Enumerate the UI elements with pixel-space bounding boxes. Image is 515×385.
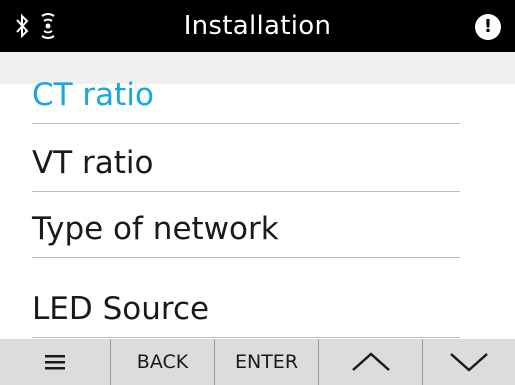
menu-item-led-source[interactable]: LED Source — [32, 256, 460, 338]
hamburger-icon — [45, 355, 65, 370]
page-title: Installation — [183, 11, 332, 41]
softkey-bar: BACK ENTER — [0, 339, 515, 385]
alert-icon[interactable]: ! — [475, 14, 501, 40]
scroll-down-button[interactable] — [422, 339, 515, 385]
chevron-down-icon — [450, 353, 488, 372]
menu-item-label: LED Source — [32, 291, 210, 327]
enter-label: ENTER — [234, 351, 299, 373]
menu-item-ct-ratio[interactable]: CT ratio — [32, 60, 460, 124]
enter-button[interactable]: ENTER — [214, 339, 318, 385]
menu-button[interactable] — [0, 339, 110, 385]
menu-item-label: VT ratio — [32, 145, 154, 181]
chevron-up-icon — [351, 352, 390, 371]
top-bar: Installation ! — [0, 0, 515, 52]
back-button[interactable]: BACK — [110, 339, 214, 385]
scroll-up-button[interactable] — [318, 339, 422, 385]
menu-item-label: CT ratio — [32, 77, 154, 113]
menu-item-vt-ratio[interactable]: VT ratio — [32, 126, 460, 192]
back-label: BACK — [136, 351, 189, 373]
menu-item-label: Type of network — [32, 211, 279, 247]
menu-list: CT ratio VT ratio Type of network LED So… — [0, 77, 515, 339]
menu-item-type-of-network[interactable]: Type of network — [32, 192, 460, 258]
